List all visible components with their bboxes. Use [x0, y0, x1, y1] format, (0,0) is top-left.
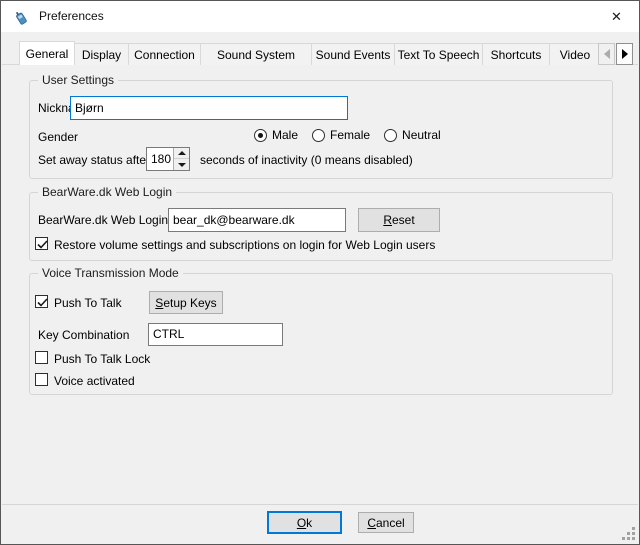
- group-title: User Settings: [38, 73, 118, 87]
- chevron-right-icon: [622, 49, 628, 59]
- checkbox-unchecked-icon: [35, 351, 48, 364]
- close-button[interactable]: ✕: [594, 1, 639, 32]
- restore-volume-checkbox[interactable]: [35, 237, 48, 253]
- cancel-button[interactable]: Cancel: [358, 512, 414, 533]
- tab-scroll-left-button[interactable]: [598, 43, 615, 65]
- title-bar: Preferences ✕: [1, 1, 639, 32]
- tab-scroll-controls: [598, 43, 633, 65]
- away-status-suffix: seconds of inactivity (0 means disabled): [200, 153, 413, 167]
- web-login-id-label: BearWare.dk Web Login ID: [38, 213, 183, 227]
- footer-separator: [2, 504, 638, 505]
- app-icon: [14, 9, 30, 25]
- spinner-down-button[interactable]: [174, 159, 189, 170]
- push-to-talk-checkbox[interactable]: [35, 295, 48, 311]
- tab-bar: General Display Connection Sound System …: [2, 43, 638, 65]
- away-seconds-spinner[interactable]: 180: [146, 147, 190, 171]
- group-title: Voice Transmission Mode: [38, 266, 183, 280]
- radio-icon: [384, 129, 397, 142]
- ok-button[interactable]: Ok: [267, 511, 342, 534]
- radio-neutral[interactable]: Neutral: [384, 128, 441, 142]
- away-status-label: Set away status after: [38, 153, 150, 167]
- voice-activated-checkbox[interactable]: [35, 373, 48, 389]
- spinner-buttons: [173, 148, 189, 170]
- preferences-dialog: Preferences ✕ General Display Connection…: [0, 0, 640, 545]
- checkbox-checked-icon: [35, 295, 48, 308]
- web-login-id-input[interactable]: bear_dk@bearware.dk: [168, 208, 346, 232]
- tab-sound-system[interactable]: Sound System: [200, 43, 312, 65]
- push-to-talk-lock-checkbox[interactable]: [35, 351, 48, 367]
- radio-icon: [312, 129, 325, 142]
- arrow-up-icon: [178, 151, 186, 155]
- radio-male[interactable]: Male: [254, 128, 298, 142]
- voice-activated-label: Voice activated: [54, 374, 135, 388]
- close-icon: ✕: [611, 9, 622, 25]
- tab-display[interactable]: Display: [74, 43, 129, 65]
- checkbox-unchecked-icon: [35, 373, 48, 386]
- tab-sound-events[interactable]: Sound Events: [311, 43, 395, 65]
- radio-neutral-label: Neutral: [402, 128, 441, 142]
- gender-label: Gender: [38, 130, 78, 144]
- arrow-down-icon: [178, 163, 186, 167]
- key-combination-input[interactable]: CTRL: [148, 323, 283, 346]
- tab-list: General Display Connection Sound System …: [20, 43, 601, 65]
- away-seconds-value: 180: [151, 152, 171, 166]
- radio-female-label: Female: [330, 128, 370, 142]
- user-settings-group: User Settings Nickname Bjørn Gender Male…: [29, 80, 613, 179]
- radio-male-label: Male: [272, 128, 298, 142]
- chevron-left-icon: [604, 49, 610, 59]
- radio-selected-icon: [254, 129, 267, 142]
- voice-transmission-group: Voice Transmission Mode Push To Talk Set…: [29, 273, 613, 395]
- tab-video[interactable]: Video: [549, 43, 601, 65]
- reset-button[interactable]: Reset: [358, 208, 440, 232]
- gender-radio-group: Male Female Neutral: [254, 128, 441, 142]
- key-combination-label: Key Combination: [38, 328, 129, 342]
- push-to-talk-lock-label: Push To Talk Lock: [54, 352, 150, 366]
- web-login-group: BearWare.dk Web Login BearWare.dk Web Lo…: [29, 192, 613, 261]
- tab-scroll-right-button[interactable]: [616, 43, 633, 65]
- tab-shortcuts[interactable]: Shortcuts: [482, 43, 550, 65]
- restore-volume-label: Restore volume settings and subscription…: [54, 238, 435, 252]
- radio-female[interactable]: Female: [312, 128, 370, 142]
- window-title: Preferences: [39, 9, 104, 23]
- spinner-up-button[interactable]: [174, 148, 189, 159]
- group-title: BearWare.dk Web Login: [38, 185, 176, 199]
- checkbox-checked-icon: [35, 237, 48, 250]
- tab-connection[interactable]: Connection: [128, 43, 201, 65]
- nickname-input[interactable]: Bjørn: [70, 96, 348, 120]
- tab-general[interactable]: General: [19, 41, 75, 65]
- resize-grip-icon[interactable]: [620, 525, 635, 540]
- tab-text-to-speech[interactable]: Text To Speech: [394, 43, 483, 65]
- setup-keys-button[interactable]: Setup Keys: [149, 291, 223, 314]
- push-to-talk-label: Push To Talk: [54, 296, 122, 310]
